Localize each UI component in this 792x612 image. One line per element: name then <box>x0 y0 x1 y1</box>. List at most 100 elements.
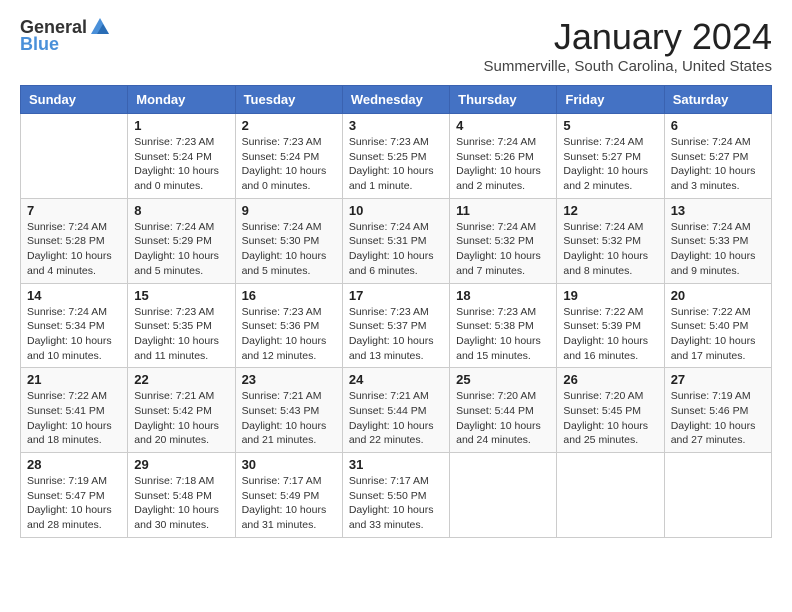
calendar-cell: 21Sunrise: 7:22 AM Sunset: 5:41 PM Dayli… <box>21 368 128 453</box>
calendar-cell: 13Sunrise: 7:24 AM Sunset: 5:33 PM Dayli… <box>664 198 771 283</box>
cell-content: Sunrise: 7:21 AM Sunset: 5:43 PM Dayligh… <box>242 389 336 448</box>
logo-icon <box>89 16 111 38</box>
calendar-cell: 10 Sunrise: 7:24 AM Sunset: 5:31 PM Dayli… <box>342 198 449 283</box>
calendar-cell: 26 Sunrise: 7:20 AM Sunset: 5:45 PM Dayli… <box>557 368 664 453</box>
calendar-cell: 4Sunrise: 7:24 AM Sunset: 5:26 PM Daylig… <box>450 114 557 199</box>
col-header-wednesday: Wednesday <box>342 86 449 114</box>
cell-content: Sunrise: 7:24 AM Sunset: 5:30 PM Dayligh… <box>242 220 336 279</box>
day-number: 19 <box>563 288 657 303</box>
day-number: 13 <box>671 203 765 218</box>
calendar-cell: 5 Sunrise: 7:24 AM Sunset: 5:27 PM Daylig… <box>557 114 664 199</box>
calendar-cell <box>557 453 664 538</box>
day-number: 25 <box>456 372 550 387</box>
calendar-cell: 15 Sunrise: 7:23 AM Sunset: 5:35 PM Dayli… <box>128 283 235 368</box>
day-number: 24 <box>349 372 443 387</box>
calendar-cell: 17 Sunrise: 7:23 AM Sunset: 5:37 PM Dayli… <box>342 283 449 368</box>
calendar-cell: 2 Sunrise: 7:23 AM Sunset: 5:24 PM Daylig… <box>235 114 342 199</box>
cell-content: Sunrise: 7:23 AM Sunset: 5:36 PM Dayligh… <box>242 305 336 364</box>
day-number: 28 <box>27 457 121 472</box>
month-title: January 2024 <box>484 16 772 58</box>
calendar-header-row: SundayMondayTuesdayWednesdayThursdayFrid… <box>21 86 772 114</box>
calendar-cell: 9 Sunrise: 7:24 AM Sunset: 5:30 PM Daylig… <box>235 198 342 283</box>
col-header-saturday: Saturday <box>664 86 771 114</box>
day-number: 6 <box>671 118 765 133</box>
cell-content: Sunrise: 7:23 AM Sunset: 5:35 PM Dayligh… <box>134 305 228 364</box>
calendar-week-row: 7Sunrise: 7:24 AM Sunset: 5:28 PM Daylig… <box>21 198 772 283</box>
calendar-cell: 7Sunrise: 7:24 AM Sunset: 5:28 PM Daylig… <box>21 198 128 283</box>
cell-content: Sunrise: 7:17 AM Sunset: 5:50 PM Dayligh… <box>349 474 443 533</box>
cell-content: Sunrise: 7:23 AM Sunset: 5:38 PM Dayligh… <box>456 305 550 364</box>
calendar-table: SundayMondayTuesdayWednesdayThursdayFrid… <box>20 85 772 538</box>
day-number: 18 <box>456 288 550 303</box>
day-number: 26 <box>563 372 657 387</box>
calendar-cell: 16 Sunrise: 7:23 AM Sunset: 5:36 PM Dayli… <box>235 283 342 368</box>
calendar-week-row: 14 Sunrise: 7:24 AM Sunset: 5:34 PM Dayli… <box>21 283 772 368</box>
calendar-cell: 6 Sunrise: 7:24 AM Sunset: 5:27 PM Daylig… <box>664 114 771 199</box>
day-number: 3 <box>349 118 443 133</box>
cell-content: Sunrise: 7:17 AM Sunset: 5:49 PM Dayligh… <box>242 474 336 533</box>
calendar-cell <box>450 453 557 538</box>
header: General Blue January 2024 Summerville, S… <box>20 16 772 75</box>
location-subtitle: Summerville, South Carolina, United Stat… <box>484 58 772 75</box>
day-number: 29 <box>134 457 228 472</box>
col-header-sunday: Sunday <box>21 86 128 114</box>
cell-content: Sunrise: 7:21 AM Sunset: 5:42 PM Dayligh… <box>134 389 228 448</box>
col-header-tuesday: Tuesday <box>235 86 342 114</box>
cell-content: Sunrise: 7:24 AM Sunset: 5:29 PM Dayligh… <box>134 220 228 279</box>
calendar-week-row: 21Sunrise: 7:22 AM Sunset: 5:41 PM Dayli… <box>21 368 772 453</box>
day-number: 20 <box>671 288 765 303</box>
calendar-cell: 20Sunrise: 7:22 AM Sunset: 5:40 PM Dayli… <box>664 283 771 368</box>
col-header-monday: Monday <box>128 86 235 114</box>
calendar-cell: 3 Sunrise: 7:23 AM Sunset: 5:25 PM Daylig… <box>342 114 449 199</box>
day-number: 15 <box>134 288 228 303</box>
day-number: 23 <box>242 372 336 387</box>
day-number: 1 <box>134 118 228 133</box>
cell-content: Sunrise: 7:24 AM Sunset: 5:34 PM Dayligh… <box>27 305 121 364</box>
day-number: 31 <box>349 457 443 472</box>
cell-content: Sunrise: 7:24 AM Sunset: 5:32 PM Dayligh… <box>456 220 550 279</box>
cell-content: Sunrise: 7:24 AM Sunset: 5:26 PM Dayligh… <box>456 135 550 194</box>
cell-content: Sunrise: 7:24 AM Sunset: 5:32 PM Dayligh… <box>563 220 657 279</box>
day-number: 11 <box>456 203 550 218</box>
calendar-cell: 22Sunrise: 7:21 AM Sunset: 5:42 PM Dayli… <box>128 368 235 453</box>
day-number: 16 <box>242 288 336 303</box>
calendar-cell: 23 Sunrise: 7:21 AM Sunset: 5:43 PM Dayli… <box>235 368 342 453</box>
calendar-cell: 30 Sunrise: 7:17 AM Sunset: 5:49 PM Dayli… <box>235 453 342 538</box>
calendar-cell <box>21 114 128 199</box>
calendar-cell: 8Sunrise: 7:24 AM Sunset: 5:29 PM Daylig… <box>128 198 235 283</box>
day-number: 12 <box>563 203 657 218</box>
calendar-cell: 12 Sunrise: 7:24 AM Sunset: 5:32 PM Dayli… <box>557 198 664 283</box>
cell-content: Sunrise: 7:24 AM Sunset: 5:27 PM Dayligh… <box>563 135 657 194</box>
calendar-cell <box>664 453 771 538</box>
cell-content: Sunrise: 7:18 AM Sunset: 5:48 PM Dayligh… <box>134 474 228 533</box>
cell-content: Sunrise: 7:21 AM Sunset: 5:44 PM Dayligh… <box>349 389 443 448</box>
cell-content: Sunrise: 7:20 AM Sunset: 5:44 PM Dayligh… <box>456 389 550 448</box>
day-number: 30 <box>242 457 336 472</box>
calendar-cell: 31 Sunrise: 7:17 AM Sunset: 5:50 PM Dayli… <box>342 453 449 538</box>
col-header-friday: Friday <box>557 86 664 114</box>
calendar-cell: 11 Sunrise: 7:24 AM Sunset: 5:32 PM Dayli… <box>450 198 557 283</box>
cell-content: Sunrise: 7:23 AM Sunset: 5:24 PM Dayligh… <box>242 135 336 194</box>
calendar-cell: 19 Sunrise: 7:22 AM Sunset: 5:39 PM Dayli… <box>557 283 664 368</box>
cell-content: Sunrise: 7:24 AM Sunset: 5:27 PM Dayligh… <box>671 135 765 194</box>
day-number: 7 <box>27 203 121 218</box>
cell-content: Sunrise: 7:23 AM Sunset: 5:25 PM Dayligh… <box>349 135 443 194</box>
title-area: January 2024 Summerville, South Carolina… <box>484 16 772 75</box>
cell-content: Sunrise: 7:22 AM Sunset: 5:41 PM Dayligh… <box>27 389 121 448</box>
calendar-cell: 25 Sunrise: 7:20 AM Sunset: 5:44 PM Dayli… <box>450 368 557 453</box>
day-number: 14 <box>27 288 121 303</box>
day-number: 10 <box>349 203 443 218</box>
day-number: 27 <box>671 372 765 387</box>
calendar-week-row: 1 Sunrise: 7:23 AM Sunset: 5:24 PM Daylig… <box>21 114 772 199</box>
cell-content: Sunrise: 7:20 AM Sunset: 5:45 PM Dayligh… <box>563 389 657 448</box>
cell-content: Sunrise: 7:24 AM Sunset: 5:31 PM Dayligh… <box>349 220 443 279</box>
day-number: 2 <box>242 118 336 133</box>
cell-content: Sunrise: 7:23 AM Sunset: 5:37 PM Dayligh… <box>349 305 443 364</box>
cell-content: Sunrise: 7:22 AM Sunset: 5:39 PM Dayligh… <box>563 305 657 364</box>
day-number: 17 <box>349 288 443 303</box>
day-number: 5 <box>563 118 657 133</box>
cell-content: Sunrise: 7:19 AM Sunset: 5:47 PM Dayligh… <box>27 474 121 533</box>
day-number: 9 <box>242 203 336 218</box>
col-header-thursday: Thursday <box>450 86 557 114</box>
calendar-cell: 24 Sunrise: 7:21 AM Sunset: 5:44 PM Dayli… <box>342 368 449 453</box>
